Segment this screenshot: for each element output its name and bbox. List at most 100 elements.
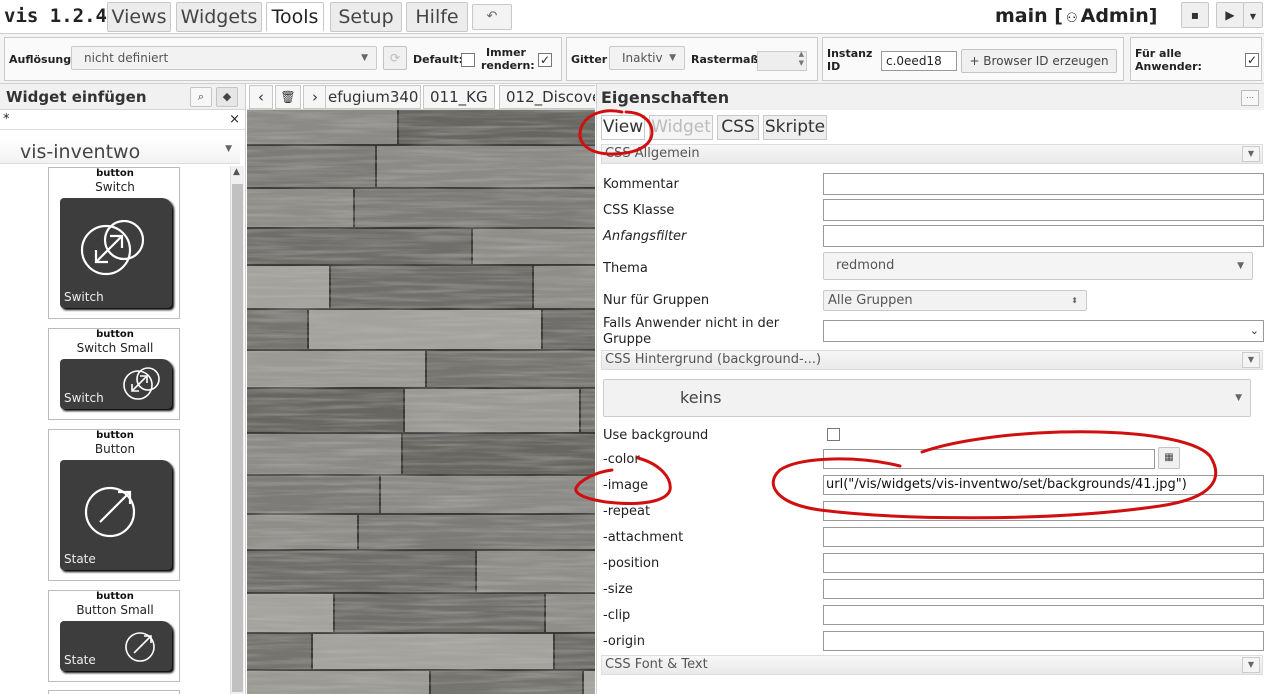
widget-card-switch[interactable]: button Switch Switch — [48, 167, 180, 319]
color-picker-button[interactable]: ▦ — [1158, 447, 1180, 469]
menu-tab-hilfe[interactable]: Hilfe — [406, 2, 468, 32]
widget-panel-title: Widget einfügen — [6, 88, 147, 106]
current-view-name: main [ — [995, 5, 1063, 27]
tab-skripte[interactable]: Skripte — [763, 115, 827, 140]
resolution-select[interactable]: nicht definiert ▼ — [71, 46, 377, 70]
theme-select[interactable]: redmond ▼ — [823, 252, 1253, 280]
bg-size-input[interactable] — [823, 579, 1264, 599]
resolution-group: Auflösung: nicht definiert ▼ ⟳ Default: … — [4, 37, 562, 81]
not-in-group-select[interactable]: ⌄ — [823, 320, 1264, 342]
properties-title: Eigenschaften — [601, 88, 730, 107]
widget-panel-header: Widget einfügen ⌕ ◆ — [0, 84, 245, 110]
widget-card-switch-small[interactable]: button Switch Small Switch — [48, 328, 180, 420]
refresh-icon: ⟳ — [389, 51, 401, 65]
widget-filter[interactable]: * × — [0, 112, 245, 130]
bg-origin-input[interactable] — [823, 631, 1264, 651]
tab-css[interactable]: CSS — [717, 115, 759, 140]
tag-button[interactable]: ◆ — [216, 87, 238, 107]
widget-list-scrollbar[interactable]: ▲ — [230, 166, 244, 694]
all-users-label: Für alle Anwender: — [1135, 47, 1202, 73]
bg-field-label: -position — [603, 556, 660, 571]
save-button[interactable]: ▪ — [1181, 2, 1209, 28]
widget-set-value: vis-inventwo — [20, 141, 141, 163]
delete-view-button[interactable]: 🗑 — [275, 85, 301, 109]
background-preset-select[interactable]: keins ▼ — [603, 379, 1251, 417]
run-dropdown-button[interactable]: ▼ — [1243, 2, 1263, 28]
instance-group: Instanz ID c.0eed18 + Browser ID erzeuge… — [822, 37, 1124, 81]
groups-select[interactable]: Alle Gruppen ⬍ — [823, 290, 1087, 311]
all-users-checkbox[interactable]: ✓ — [1245, 53, 1259, 67]
menu-tab-views[interactable]: Views — [107, 2, 171, 32]
bg-color-input[interactable] — [823, 449, 1155, 469]
tabs-next-button[interactable]: › — [303, 85, 327, 109]
search-button[interactable]: ⌕ — [190, 87, 212, 107]
widget-preview-tile: State — [60, 460, 172, 570]
menu-tab-widgets[interactable]: Widgets — [176, 2, 262, 32]
section-css-general[interactable]: CSS Allgemein ▼ — [601, 144, 1263, 164]
section-css-background[interactable]: CSS Hintergrund (background-...) ▼ — [601, 350, 1263, 370]
bg-repeat-input[interactable] — [823, 501, 1264, 521]
chevron-down-icon[interactable]: ▼ — [1242, 146, 1260, 162]
chevron-down-icon[interactable]: ▼ — [1242, 352, 1260, 368]
scroll-up-icon[interactable]: ▲ — [233, 167, 240, 177]
not-in-group-label: Falls Anwender nicht in der Gruppe — [603, 316, 780, 347]
widget-tile-label: State — [64, 653, 96, 667]
bg-field-label: -attachment — [603, 530, 684, 545]
css-class-input[interactable] — [823, 199, 1264, 221]
widget-type: button — [96, 591, 134, 602]
widget-name: Switch — [95, 180, 135, 194]
external-link-icon — [125, 632, 155, 662]
widget-card-button[interactable]: button Button State — [48, 429, 180, 581]
menu-tab-setup[interactable]: Setup — [330, 2, 402, 32]
initial-filter-input[interactable] — [823, 225, 1264, 247]
resolution-value: nicht definiert — [84, 51, 169, 65]
section-css-font[interactable]: CSS Font & Text ▼ — [601, 655, 1263, 675]
widget-name: Button — [94, 442, 136, 456]
undo-button[interactable]: ↶ — [472, 4, 512, 30]
stepper-arrows-icon[interactable]: ▲ ▼ — [799, 50, 804, 68]
chevron-left-icon: ‹ — [258, 88, 264, 106]
chevron-down-icon[interactable]: ▼ — [1242, 657, 1260, 673]
bg-field-label: -origin — [603, 634, 645, 649]
widget-card-button-small[interactable]: button Button Small State — [48, 590, 180, 682]
bg-position-input[interactable] — [823, 553, 1264, 573]
tabs-prev-button[interactable]: ‹ — [249, 85, 273, 109]
widget-preview-tile: Switch — [60, 359, 172, 409]
top-menu-bar: vis 1.2.4 Views Widgets Tools Setup Hilf… — [0, 0, 1264, 34]
properties-header: Eigenschaften ⋯ — [597, 84, 1264, 110]
run-button[interactable]: ▶ — [1216, 2, 1244, 28]
bg-image-input[interactable]: url("/vis/widgets/vis-inventwo/set/backg… — [823, 475, 1264, 495]
chevron-down-icon: ⌄ — [1249, 324, 1259, 337]
widget-card-partial[interactable] — [48, 690, 180, 694]
refresh-button[interactable]: ⟳ — [383, 46, 407, 70]
view-tab[interactable]: 012_Discove — [499, 85, 595, 109]
create-browser-id-button[interactable]: + Browser ID erzeugen — [961, 49, 1117, 73]
grid-select[interactable]: Inaktiv ▼ — [609, 46, 685, 70]
bg-field-label: -size — [603, 582, 633, 597]
panel-menu-button[interactable]: ⋯ — [1241, 90, 1259, 106]
instance-id-input[interactable]: c.0eed18 — [881, 51, 957, 71]
close-icon[interactable]: × — [229, 112, 240, 127]
switch-icon — [123, 367, 160, 400]
resolution-label: Auflösung: — [9, 53, 76, 66]
menu-tab-tools[interactable]: Tools — [266, 2, 324, 32]
view-tab[interactable]: 011_KG — [423, 85, 495, 109]
bg-attachment-input[interactable] — [823, 527, 1264, 547]
properties-panel: Eigenschaften ⋯ View Widget CSS Skripte … — [596, 84, 1264, 694]
bg-clip-input[interactable] — [823, 605, 1264, 625]
tab-view[interactable]: View — [601, 115, 645, 140]
theme-value: redmond — [836, 258, 895, 273]
grid-size-stepper[interactable]: ▲ ▼ — [757, 50, 807, 71]
view-tab[interactable]: efugium340 — [325, 85, 421, 109]
comment-input[interactable] — [823, 173, 1264, 195]
scrollbar-thumb[interactable] — [232, 184, 243, 692]
always-render-checkbox[interactable]: ✓ — [538, 53, 552, 67]
bg-field-label: -image — [603, 478, 649, 493]
use-background-checkbox[interactable] — [827, 428, 840, 441]
widget-filter-input[interactable]: * — [3, 112, 10, 127]
widget-set-select[interactable]: vis-inventwo ▼ — [0, 138, 240, 164]
default-checkbox[interactable] — [461, 53, 475, 67]
view-canvas[interactable]: ‹ 🗑 › efugium340 011_KG 012_Discove — [247, 84, 595, 694]
bg-field-label: -clip — [603, 608, 631, 623]
widget-tile-label: State — [64, 552, 96, 566]
